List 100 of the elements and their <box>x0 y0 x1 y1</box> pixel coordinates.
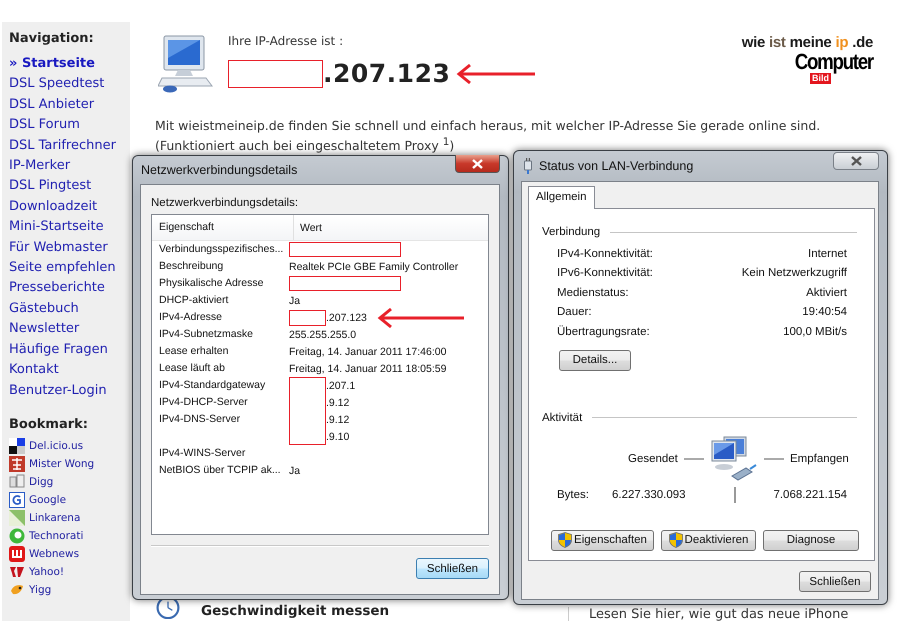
property-cell: Physikalische Adresse <box>159 277 264 289</box>
value-cell: 255.255.255.0 <box>289 328 356 340</box>
field-label: Medienstatus: <box>557 286 629 299</box>
bookmark-link[interactable]: Technorati <box>29 530 84 542</box>
bookmark-icon <box>9 474 25 490</box>
property-cell: IPv4-DNS-Server <box>159 413 240 425</box>
value-cell: Realtek PCIe GBE Family Controller <box>289 260 458 272</box>
bookmark-link[interactable]: Mister Wong <box>29 458 94 470</box>
bookmark-link[interactable]: Yigg <box>29 584 52 596</box>
nav-link[interactable]: DSL Pingtest <box>9 176 92 197</box>
field-label: IPv4-Konnektivität: <box>557 248 653 260</box>
bookmark-icon <box>9 510 25 526</box>
close-icon <box>850 156 862 166</box>
list-label: Netzwerkverbindungsdetails: <box>151 196 300 210</box>
bookmark-icon <box>9 492 25 508</box>
value-cell: .9.12 <box>326 414 350 426</box>
value-cell: Freitag, 14. Januar 2011 18:05:59 <box>289 362 446 374</box>
nav-link[interactable]: IP-Merker <box>9 156 70 176</box>
column-header[interactable]: Wert <box>294 222 322 234</box>
bookmark-link[interactable]: Google <box>29 494 66 506</box>
field-value: Aktiviert <box>806 286 847 299</box>
close-button[interactable] <box>455 155 500 173</box>
bookmark-icon <box>9 546 25 562</box>
shield-icon <box>558 532 572 548</box>
nav-link[interactable]: Mini-Startseite <box>9 217 104 238</box>
window-title: Status von LAN-Verbindung <box>539 159 694 173</box>
received-bytes: 7.068.221.154 <box>773 488 847 500</box>
group-label: Verbindung <box>542 226 600 238</box>
shield-icon <box>668 532 683 548</box>
value-cell: .9.12 <box>326 396 350 408</box>
property-cell: Verbindungsspezifisches... <box>159 243 284 255</box>
nav-link[interactable]: » Startseite <box>9 54 95 74</box>
nav-link[interactable]: Häufige Fragen <box>9 340 108 360</box>
value-cell: Ja <box>289 464 300 476</box>
property-cell: DHCP-aktiviert <box>159 294 228 306</box>
logo-word: meine <box>790 34 832 51</box>
logo-badge: Bild <box>810 73 831 84</box>
action-button[interactable]: Eigenschaften <box>551 530 654 550</box>
bookmark-link[interactable]: Del.icio.us <box>29 440 84 452</box>
ip-label: Ihre IP-Adresse ist : <box>228 34 344 49</box>
close-dialog-button[interactable]: Schließen <box>416 558 489 579</box>
logo-word: ist <box>769 34 786 51</box>
bookmark-heading: Bookmark: <box>9 416 89 433</box>
nav-link[interactable]: Newsletter <box>9 319 80 340</box>
bookmark-link[interactable]: Digg <box>29 476 54 488</box>
nav-link[interactable]: Seite empfehlen <box>9 258 116 278</box>
nav-link[interactable]: Gästebuch <box>9 298 79 320</box>
field-value: 19:40:54 <box>802 306 847 318</box>
tab[interactable]: Allgemein <box>528 186 594 209</box>
field-value: 100,0 MBit/s <box>783 326 847 338</box>
nav-link[interactable]: Kontakt <box>9 360 59 380</box>
property-cell: IPv4-Subnetzmaske <box>159 328 253 340</box>
nav-link[interactable]: DSL Forum <box>9 115 80 136</box>
property-cell: IPv4-Adresse <box>159 311 222 323</box>
field-label: Übertragungsrate: <box>557 326 650 338</box>
close-icon <box>472 158 483 168</box>
property-cell: Beschreibung <box>159 260 224 272</box>
action-button[interactable]: Diagnose <box>763 530 859 550</box>
nav-link[interactable]: DSL Speedtest <box>9 74 104 95</box>
bookmark-link[interactable]: Linkarena <box>29 512 80 524</box>
field-value: Kein Netzwerkzugriff <box>742 267 847 280</box>
logo-word: wie <box>742 34 766 51</box>
nav-link[interactable]: Downloadzeit <box>9 196 98 218</box>
bookmark-link[interactable]: Yahoo! <box>29 566 64 578</box>
logo-brand: Computer <box>794 51 873 73</box>
value-cell: .9.10 <box>326 430 350 442</box>
close-dialog-button[interactable]: Schließen <box>799 571 871 592</box>
nav-link[interactable]: DSL Anbieter <box>9 94 94 116</box>
field-value: Internet <box>808 248 847 260</box>
field-label: Dauer: <box>557 306 592 318</box>
close-button[interactable] <box>833 152 879 170</box>
property-cell: IPv4-DHCP-Server <box>159 396 248 408</box>
logo-word: .de <box>852 34 873 51</box>
nav-heading: Navigation: <box>9 30 95 47</box>
network-computers-icon <box>710 436 758 482</box>
computer-icon <box>158 34 214 94</box>
bookmark-icon <box>9 438 25 454</box>
column-header[interactable]: Eigenschaft <box>152 215 294 240</box>
value-cell: .207.123 <box>326 312 367 324</box>
nav-link[interactable]: Für Webmaster <box>9 238 108 258</box>
proxy-note: (Funktioniert auch bei eingeschaltetem Proxy $^{1}$) <box>155 135 456 154</box>
ip-address: .207.123 <box>323 59 450 88</box>
bookmark-icon <box>9 456 25 472</box>
article-title[interactable]: Geschwindigkeit messen <box>201 603 390 619</box>
logo-word: ip <box>835 34 848 51</box>
window-title: Netzwerkverbindungsdetails <box>141 163 298 177</box>
value-cell: .207.1 <box>326 380 356 392</box>
nav-link[interactable]: DSL Tarifrechner <box>9 136 116 156</box>
value-cell: Ja <box>289 294 300 306</box>
sent-bytes: 6.227.330.093 <box>612 488 687 500</box>
bookmark-icon <box>9 528 25 544</box>
nav-link[interactable]: Benutzer-Login <box>9 380 107 401</box>
property-cell: IPv4-Standardgateway <box>159 379 266 391</box>
property-cell: NetBIOS über TCPIP ak... <box>159 464 281 476</box>
field-label: IPv6-Konnektivität: <box>557 267 653 280</box>
details-button[interactable]: Details... <box>559 350 631 370</box>
action-button[interactable]: Deaktivieren <box>661 530 756 550</box>
bookmark-link[interactable]: Webnews <box>29 548 80 560</box>
nav-link[interactable]: Presseberichte <box>9 278 105 299</box>
property-cell: Lease läuft ab <box>159 362 225 374</box>
